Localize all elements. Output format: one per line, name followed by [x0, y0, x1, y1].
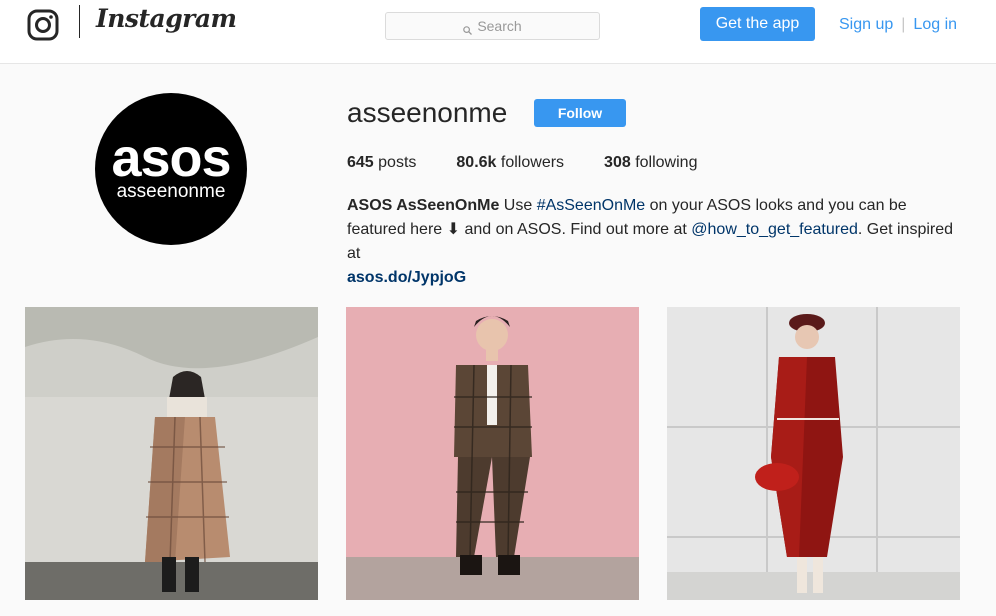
sign-up-link[interactable]: Sign up: [839, 16, 893, 34]
search-placeholder: Search: [477, 18, 522, 34]
instagram-wordmark[interactable]: Instagram: [96, 4, 237, 33]
nav-divider: [79, 5, 80, 38]
profile-bio: ASOS AsSeenOnMe Use #AsSeenOnMe on your …: [347, 194, 967, 290]
avatar-logo-text: asos: [111, 128, 231, 188]
post-thumbnail[interactable]: [25, 307, 318, 600]
stat-posts: 645 posts: [347, 154, 416, 172]
post-image: [25, 307, 318, 600]
follow-button[interactable]: Follow: [534, 99, 626, 127]
auth-links: Sign up | Log in: [839, 16, 957, 34]
post-image: [667, 307, 960, 600]
top-nav: Instagram Search Get the app Sign up | L…: [0, 0, 996, 64]
stat-following[interactable]: 308 following: [604, 154, 697, 172]
get-the-app-button[interactable]: Get the app: [700, 7, 815, 41]
bio-hashtag-link[interactable]: #AsSeenOnMe: [537, 197, 646, 214]
post-image: [346, 307, 639, 600]
following-count: 308: [604, 154, 631, 171]
following-label: following: [635, 154, 698, 171]
auth-separator: |: [901, 16, 906, 33]
log-in-link[interactable]: Log in: [913, 16, 957, 34]
post-thumbnail[interactable]: [667, 307, 960, 600]
stat-followers[interactable]: 80.6k followers: [456, 154, 564, 172]
instagram-logo-icon[interactable]: [27, 9, 59, 41]
post-thumbnail[interactable]: [346, 307, 639, 600]
profile-avatar: asos asseenonme: [95, 93, 247, 245]
bio-name: ASOS AsSeenOnMe: [347, 197, 500, 214]
search-icon: [463, 22, 473, 35]
posts-label: posts: [378, 154, 417, 171]
bio-text: Use: [499, 197, 537, 214]
posts-count: 645: [347, 154, 374, 171]
bio-website-link[interactable]: asos.do/JypjoG: [347, 269, 466, 286]
followers-count: 80.6k: [456, 154, 497, 171]
followers-label: followers: [500, 154, 565, 171]
bio-mention-link[interactable]: @how_to_get_featured: [691, 221, 858, 238]
profile-stats: 645 posts 80.6k followers 308 following: [347, 154, 737, 172]
avatar-sub-text: asseenonme: [116, 181, 226, 202]
search-input[interactable]: Search: [385, 12, 600, 40]
profile-username: asseenonme: [347, 97, 508, 128]
